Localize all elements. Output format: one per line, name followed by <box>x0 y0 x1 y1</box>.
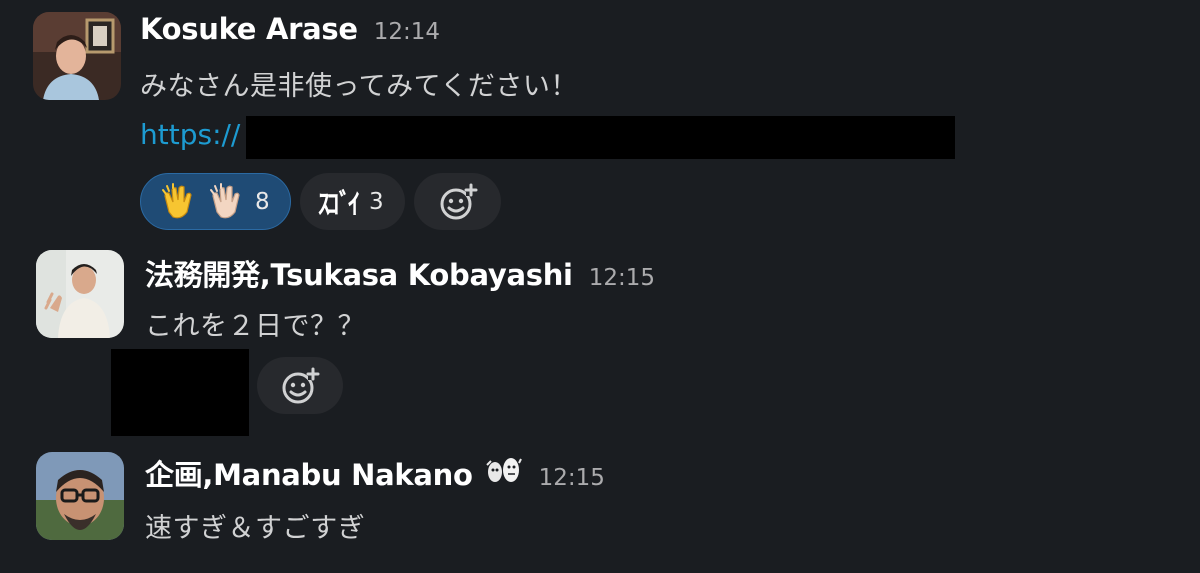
reaction-count: 3 <box>369 188 384 215</box>
reaction-clap[interactable]: 8 <box>140 173 291 230</box>
reaction-count: 8 <box>255 188 270 215</box>
avatar-photo <box>33 12 121 100</box>
author-name[interactable]: 企画,Manabu Nakano <box>145 452 473 494</box>
message-kosuke-arase[interactable]: Kosuke Arase 12:14 みなさん是非使ってみてください！ http… <box>0 0 1200 240</box>
redacted-image <box>111 349 249 436</box>
redacted-link-text <box>246 116 955 159</box>
reaction-sugoi[interactable]: ｽｺﾞｲ 3 <box>300 173 405 230</box>
timestamp[interactable]: 12:15 <box>589 265 655 291</box>
clap-light-emoji-icon <box>210 182 240 218</box>
message-feed: Kosuke Arase 12:14 みなさん是非使ってみてください！ http… <box>0 0 1200 573</box>
sugoi-emoji-icon: ｽｺﾞｲ <box>318 188 360 221</box>
add-reaction-button[interactable] <box>414 173 501 230</box>
add-reaction-icon <box>282 367 320 403</box>
avatar-manabu-nakano[interactable] <box>36 452 124 540</box>
add-reaction-icon <box>440 183 477 219</box>
custom-status-icon[interactable] <box>483 455 523 485</box>
message-text: これを２日で？？ <box>145 311 365 342</box>
message-text: みなさん是非使ってみてください！ <box>140 71 578 102</box>
timestamp[interactable]: 12:14 <box>374 19 440 45</box>
add-reaction-button[interactable] <box>257 357 343 414</box>
author-name[interactable]: 法務開発,Tsukasa Kobayashi <box>145 252 573 294</box>
clap-emoji-icon <box>162 182 192 218</box>
timestamp[interactable]: 12:15 <box>539 465 605 491</box>
avatar-photo <box>36 452 124 540</box>
message-text: 速すぎ＆すごすぎ <box>145 513 366 544</box>
message-link[interactable]: https:// <box>140 118 240 151</box>
avatar-kosuke-arase[interactable] <box>33 12 121 100</box>
avatar-photo <box>36 250 124 338</box>
message-manabu-nakano[interactable]: 企画,Manabu Nakano 12:15 速すぎ＆すごすぎ <box>0 440 1200 573</box>
avatar-tsukasa-kobayashi[interactable] <box>36 250 124 338</box>
author-name[interactable]: Kosuke Arase <box>140 12 358 46</box>
message-tsukasa-kobayashi[interactable]: 法務開発,Tsukasa Kobayashi 12:15 これを２日で？？ <box>0 240 1200 440</box>
